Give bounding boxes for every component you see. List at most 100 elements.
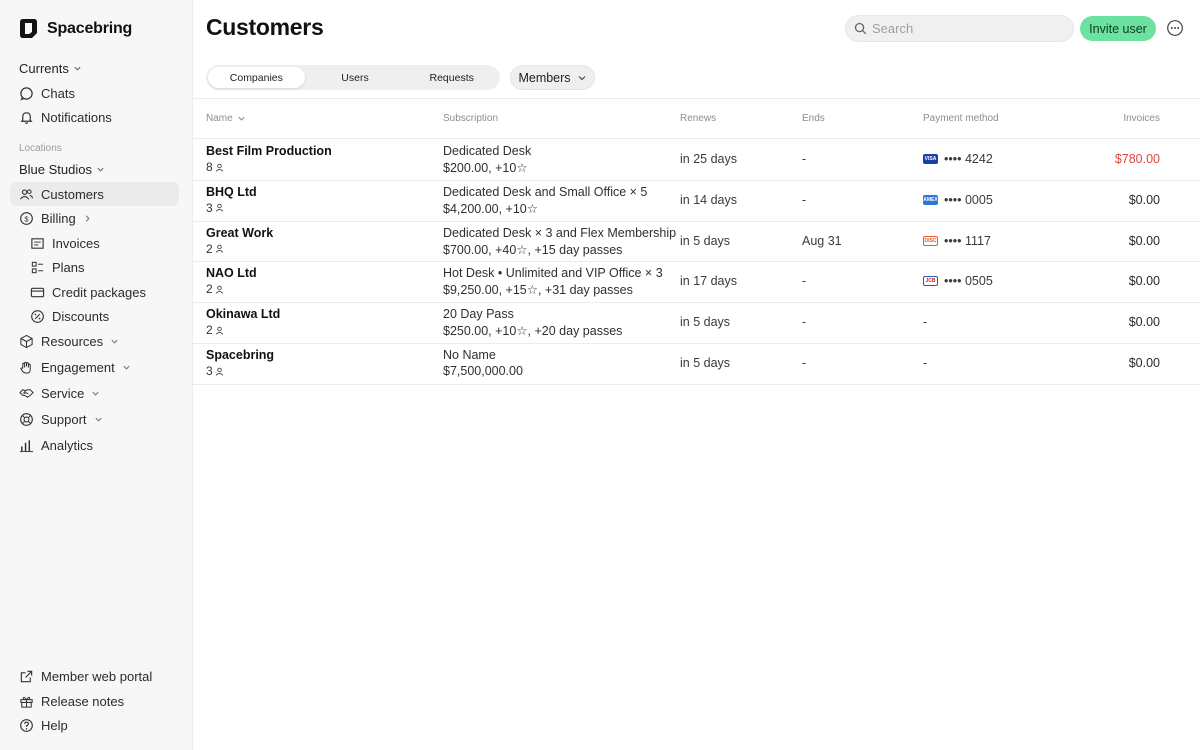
- invoices-amount[interactable]: $0.00: [1040, 234, 1160, 248]
- sidebar-item-resources[interactable]: Resources: [19, 330, 119, 352]
- invoices-amount[interactable]: $0.00: [1040, 274, 1160, 288]
- renews-value: in 5 days: [680, 233, 731, 248]
- member-count: 2: [206, 282, 224, 296]
- column-header-subscription[interactable]: Subscription: [443, 113, 498, 124]
- sidebar-item-label: Customers: [41, 186, 104, 202]
- column-header-renews[interactable]: Renews: [680, 113, 716, 124]
- column-header-name[interactable]: Name: [206, 113, 246, 124]
- sidebar-item-help[interactable]: Help: [19, 714, 68, 736]
- person-icon: [215, 326, 223, 335]
- card-number: •••• 1117: [944, 233, 991, 248]
- invite-user-button[interactable]: Invite user: [1080, 16, 1156, 41]
- column-header-ends[interactable]: Ends: [802, 113, 825, 124]
- sidebar-item-billing[interactable]: $ Billing: [19, 207, 92, 229]
- invoices-amount[interactable]: $0.00: [1040, 315, 1160, 329]
- chevron-down-icon: [92, 391, 99, 396]
- sidebar-item-release-notes[interactable]: Release notes: [19, 690, 124, 712]
- invoices-amount[interactable]: $0.00: [1040, 193, 1160, 207]
- header-divider: [193, 98, 1200, 99]
- view-tabs: Companies Users Requests: [206, 65, 500, 90]
- currents-dropdown[interactable]: Currents: [19, 61, 82, 76]
- row-divider: [193, 343, 1200, 344]
- chevron-down-icon: [111, 339, 118, 344]
- company-name[interactable]: BHQ Ltd: [206, 185, 257, 199]
- subscription-plan: Dedicated Desk × 3 and Flex Membership: [443, 225, 677, 240]
- column-header-payment-method[interactable]: Payment method: [923, 113, 999, 124]
- chevron-right-icon: [85, 214, 90, 222]
- locations-label: Locations: [19, 143, 62, 154]
- sidebar-item-customers[interactable]: Customers: [19, 183, 104, 205]
- sidebar-item-plans[interactable]: Plans: [30, 256, 85, 278]
- ends-value: Aug 31: [802, 233, 842, 248]
- subscription-plan: Dedicated Desk and Small Office × 5: [443, 184, 648, 199]
- sidebar-item-label: Invoices: [52, 235, 100, 251]
- brand[interactable]: Spacebring: [19, 18, 132, 39]
- currents-label: Currents: [19, 61, 69, 76]
- credit-card-icon: [30, 285, 45, 300]
- help-icon: [19, 718, 34, 733]
- sidebar-item-label: Help: [41, 717, 68, 733]
- sidebar-item-invoices[interactable]: Invoices: [30, 232, 100, 254]
- member-count: 2: [206, 242, 224, 256]
- sidebar-item-service[interactable]: Service: [19, 382, 100, 404]
- lifebuoy-icon: [19, 412, 34, 427]
- chevron-down-icon: [74, 66, 81, 71]
- card-number: -: [923, 315, 928, 330]
- location-dropdown[interactable]: Blue Studios: [19, 162, 105, 177]
- company-name[interactable]: NAO Ltd: [206, 266, 257, 280]
- sidebar-item-label: Billing: [41, 210, 76, 226]
- ends-value: -: [802, 274, 807, 289]
- sidebar-item-engagement[interactable]: Engagement: [19, 356, 131, 378]
- tab-requests[interactable]: Requests: [403, 65, 500, 90]
- search-bar[interactable]: [845, 15, 1074, 42]
- search-icon: [854, 22, 867, 35]
- more-options-icon[interactable]: [1166, 19, 1184, 37]
- chevron-down-icon: [123, 365, 130, 370]
- ends-value: -: [802, 356, 807, 370]
- discover-card-icon: DISC: [923, 235, 938, 246]
- member-count: 3: [206, 364, 224, 378]
- company-name[interactable]: Great Work: [206, 226, 273, 240]
- company-name[interactable]: Best Film Production: [206, 144, 332, 158]
- discount-icon: [30, 309, 45, 324]
- card-number: •••• 0505: [944, 274, 993, 289]
- ends-value: -: [802, 315, 807, 330]
- subscription-price: $4,200.00, +10☆: [443, 201, 538, 216]
- member-count-value: 3: [206, 200, 213, 215]
- table-header-divider: [193, 138, 1200, 139]
- bar-chart-icon: [19, 438, 34, 453]
- search-input[interactable]: [872, 21, 1062, 36]
- users-icon: [19, 187, 34, 202]
- member-count-value: 2: [206, 323, 213, 338]
- sidebar-item-label: Resources: [41, 333, 104, 349]
- invoices-amount[interactable]: $780.00: [1040, 152, 1160, 166]
- jcb-card-icon: JCB: [923, 276, 938, 287]
- column-header-invoices[interactable]: Invoices: [1040, 113, 1160, 124]
- external-link-icon: [19, 669, 34, 684]
- sort-chevron-icon: [238, 116, 245, 121]
- person-icon: [215, 163, 223, 172]
- payment-method: JCB •••• 0505: [923, 274, 993, 288]
- card-number: •••• 0005: [944, 192, 993, 207]
- sidebar-item-support[interactable]: Support: [19, 408, 103, 430]
- ends-value: -: [802, 152, 807, 166]
- tab-companies[interactable]: Companies: [208, 67, 305, 88]
- ends-value: -: [802, 192, 807, 207]
- sidebar-item-member-web-portal[interactable]: Member web portal: [19, 665, 152, 687]
- sidebar-item-label: Chats: [41, 85, 75, 101]
- company-name[interactable]: Spacebring: [206, 348, 274, 362]
- subscription-price: $9,250.00, +15☆, +31 day passes: [443, 283, 633, 298]
- sidebar-item-credit-packages[interactable]: Credit packages: [30, 281, 146, 303]
- sidebar-item-label: Support: [41, 411, 87, 427]
- sidebar-item-notifications[interactable]: Notifications: [19, 106, 112, 128]
- sidebar-item-analytics[interactable]: Analytics: [19, 434, 93, 456]
- company-name[interactable]: Okinawa Ltd: [206, 307, 280, 321]
- tab-users[interactable]: Users: [307, 65, 404, 90]
- invoices-amount[interactable]: $0.00: [1040, 356, 1160, 370]
- member-count-value: 8: [206, 160, 213, 174]
- sidebar-item-discounts[interactable]: Discounts: [30, 305, 109, 327]
- plans-icon: [30, 260, 45, 275]
- page-title: Customers: [206, 14, 324, 40]
- members-filter-dropdown[interactable]: Members: [510, 65, 595, 90]
- sidebar-item-chats[interactable]: Chats: [19, 82, 75, 104]
